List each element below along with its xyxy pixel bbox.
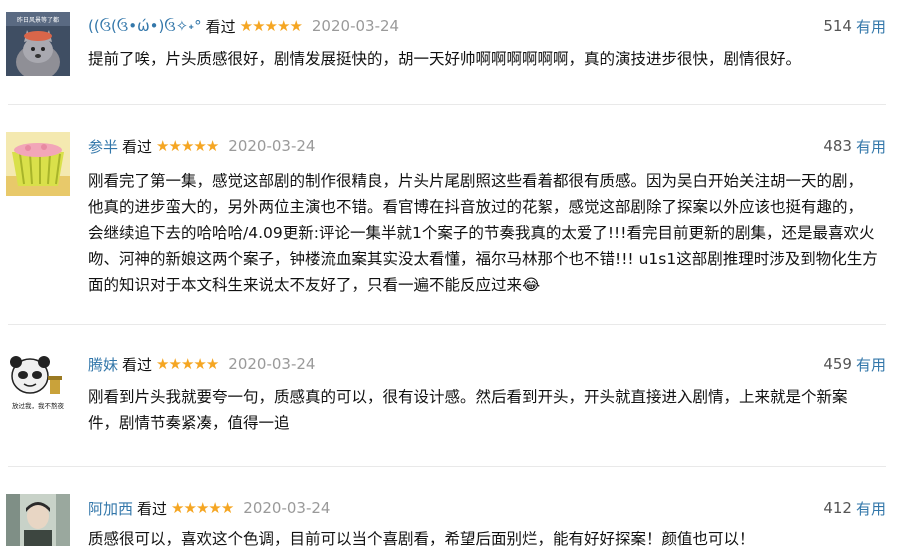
star-icon: ★ [289,16,302,35]
useful-button[interactable]: 有用 [856,498,886,519]
star-icon: ★ [195,498,209,517]
avatar[interactable]: 昨日风景等了都 [6,12,70,76]
star-icon: ★ [220,498,234,517]
username-link[interactable]: ((ઉ(ઉ•ώ•)ઉ✧˖° [88,17,202,35]
star-icon: ★ [168,354,181,373]
avatar[interactable] [6,494,70,546]
rating-stars: ★ ★ ★ ★ ★ [239,16,303,35]
comment-text: 刚看完了第一集，感觉这部剧的制作很精良，片头片尾剧照这些看着都很有质感。因为吴白… [88,172,878,294]
comment-date: 2020-03-24 [243,499,331,517]
vote-count: 514 [823,17,852,35]
divider [8,324,886,325]
useful-button[interactable]: 有用 [856,354,886,375]
svg-text:放过我，我不熬夜: 放过我，我不熬夜 [12,401,65,410]
comment-date: 2020-03-24 [228,137,316,155]
star-icon: ★ [276,16,290,35]
watch-status: 看过 [122,355,153,374]
comment-text: 刚看到片头我就要夸一句，质感真的可以，很有设计感。然后看到开头，开头就直接进入剧… [88,388,848,432]
vote-count: 459 [823,355,852,373]
star-icon: ★ [168,136,181,155]
vote-count: 412 [823,499,852,517]
vote-count: 483 [823,137,852,155]
star-icon: ★ [239,16,253,35]
comment-date: 2020-03-24 [228,355,316,373]
star-icon: ★ [156,136,169,155]
avatar[interactable] [6,132,70,196]
avatar[interactable]: 放过我，我不熬夜 [6,350,70,414]
star-icon: ★ [180,136,194,155]
panda-meme-avatar-image: 放过我，我不熬夜 [6,350,70,414]
comment-item: 昨日风景等了都 ((ઉ(ઉ•ώ•)ઉ✧˖° 看过 ★ ★ ★ ★ ★ 2020-… [0,12,904,102]
rating-stars: ★ ★ ★ ★ ★ [171,498,234,517]
comment-meta: 阿加西 看过 ★ ★ ★ ★ ★ 2020-03-24 [88,494,330,522]
svg-text:昨日风景等了都: 昨日风景等了都 [17,16,59,24]
comment-date: 2020-03-24 [311,17,400,35]
vote-area: 459 有用 [823,350,886,378]
comment-list: 昨日风景等了都 ((ઉ(ઉ•ώ•)ઉ✧˖° 看过 ★ ★ ★ ★ ★ 2020-… [0,0,904,546]
star-icon: ★ [193,136,206,155]
comment-text: 质感很可以，喜欢这个色调，目前可以当个喜剧看，希望后面别烂，能有好好探案！颜值也… [88,530,755,546]
comment-item: 阿加西 看过 ★ ★ ★ ★ ★ 2020-03-24 412 有用 质感很可以… [0,494,904,546]
useful-button[interactable]: 有用 [856,16,886,37]
comment-meta: ((ઉ(ઉ•ώ•)ઉ✧˖° 看过 ★ ★ ★ ★ ★ 2020-03-24 [88,12,399,40]
wolf-avatar-image: 昨日风景等了都 [6,12,70,76]
comment-meta: 腾妹 看过 ★ ★ ★ ★ ★ 2020-03-24 [88,350,315,378]
watch-status: 看过 [205,17,236,36]
divider [8,104,886,105]
star-icon: ★ [264,16,278,35]
useful-button[interactable]: 有用 [856,136,886,157]
rating-stars: ★ ★ ★ ★ ★ [156,354,219,373]
username-link[interactable]: 阿加西 [88,498,133,519]
vote-area: 514 有用 [823,12,886,40]
star-icon: ★ [171,498,184,517]
star-icon: ★ [208,498,221,517]
comment-text: 提前了唉，片头质感很好，剧情发展挺快的，胡一天好帅啊啊啊啊啊啊，真的演技进步很快… [88,50,802,68]
divider [8,466,886,467]
star-icon: ★ [183,498,196,517]
star-icon: ★ [156,354,169,373]
watch-status: 看过 [122,137,153,156]
star-icon: ★ [205,136,219,155]
comment-meta: 参半 看过 ★ ★ ★ ★ ★ 2020-03-24 [88,132,315,160]
portrait-avatar-image [6,494,70,546]
star-icon: ★ [193,354,206,373]
vote-area: 412 有用 [823,494,886,522]
star-icon: ★ [180,354,194,373]
username-link[interactable]: 腾妹 [88,354,118,375]
comment-item: 放过我，我不熬夜 腾妹 看过 ★ ★ ★ ★ ★ 2020-03-24 459 … [0,350,904,450]
vote-area: 483 有用 [823,132,886,160]
comment-item: 参半 看过 ★ ★ ★ ★ ★ 2020-03-24 483 有用 刚看完了第一… [0,132,904,312]
username-link[interactable]: 参半 [88,136,118,157]
watch-status: 看过 [137,499,168,518]
star-icon: ★ [205,354,219,373]
basket-avatar-image [6,132,70,196]
rating-stars: ★ ★ ★ ★ ★ [156,136,219,155]
star-icon: ★ [252,16,265,35]
